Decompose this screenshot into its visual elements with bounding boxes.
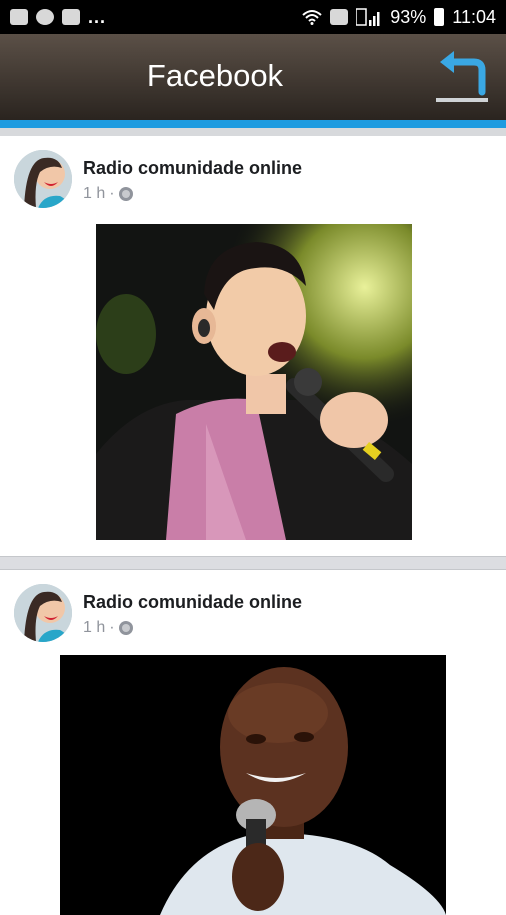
post-meta: 1 h · [83, 185, 133, 203]
meta-separator: · [109, 619, 115, 636]
status-system: 93% 11:04 [302, 7, 496, 28]
globe-icon [118, 187, 133, 201]
avatar[interactable] [14, 150, 72, 208]
post-image[interactable] [96, 224, 412, 540]
meta-separator: · [109, 185, 115, 202]
back-button[interactable] [432, 46, 492, 106]
status-notifications: ... [10, 7, 106, 28]
accent-strip [0, 120, 506, 128]
app-bar: Facebook [0, 34, 506, 120]
post-image[interactable] [60, 655, 446, 915]
signal-icon [356, 8, 380, 26]
post-card: Radio comunidade online 1 h · [0, 570, 506, 915]
feed: Radio comunidade online 1 h · Radio comu… [0, 136, 506, 915]
clock: 11:04 [452, 6, 496, 27]
post-meta: 1 h · [83, 619, 133, 637]
post-author[interactable]: Radio comunidade online [83, 158, 302, 179]
post-time[interactable]: 1 h [83, 619, 105, 637]
globe-icon [118, 621, 133, 635]
messenger-icon [36, 9, 54, 25]
page-title: Facebook [146, 58, 284, 93]
avatar[interactable] [14, 584, 72, 642]
battery-percentage: 93% [390, 6, 427, 27]
app-notification-icon [62, 9, 80, 25]
more-notifications-indicator: ... [88, 6, 107, 27]
post-divider [0, 556, 506, 570]
post-time[interactable]: 1 h [83, 185, 105, 203]
status-bar: ... 93% 11:04 [0, 0, 506, 34]
post-card: Radio comunidade online 1 h · [0, 136, 506, 556]
data-saver-icon [330, 9, 349, 25]
battery-icon [434, 8, 445, 26]
wifi-icon [302, 10, 322, 25]
gallery-icon [10, 9, 28, 25]
accent-underline [0, 128, 506, 136]
post-author[interactable]: Radio comunidade online [83, 592, 302, 613]
return-arrow-icon [436, 51, 488, 102]
